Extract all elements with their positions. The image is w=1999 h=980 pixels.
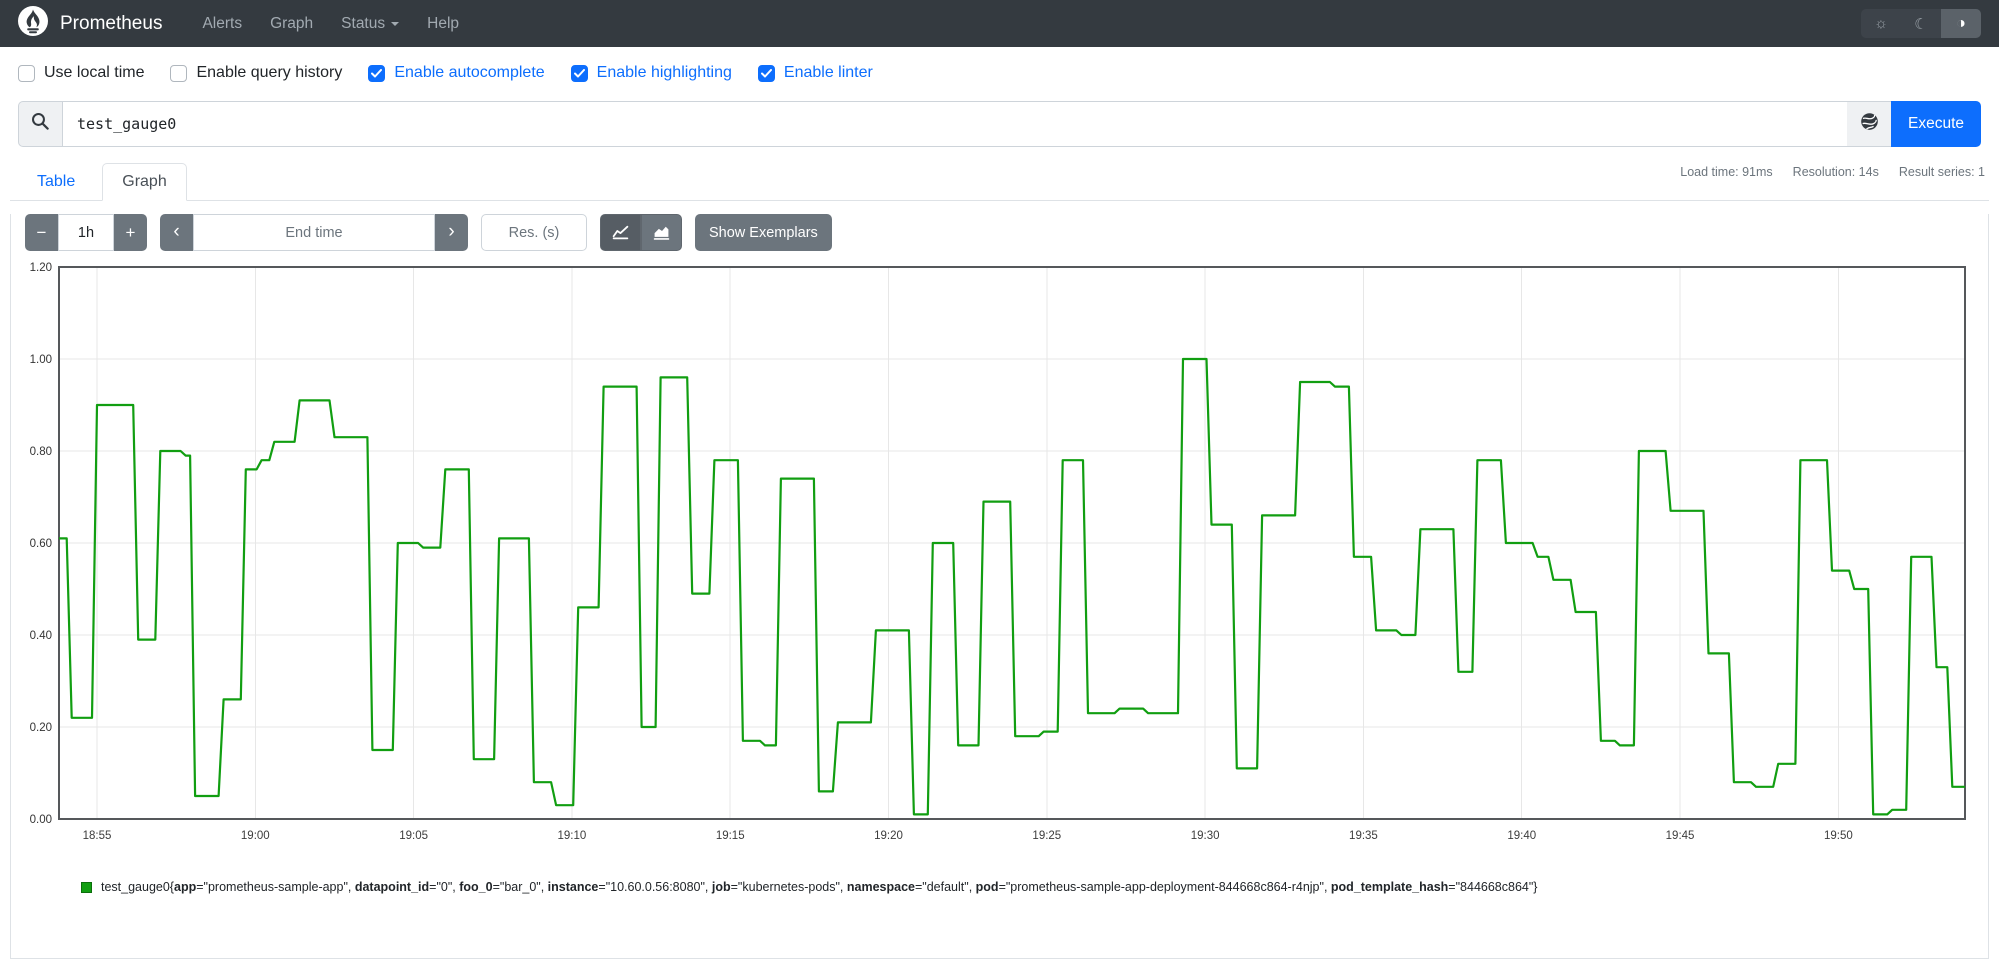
tabs-row: Table Graph Load time: 91ms Resolution: 1… — [10, 163, 1989, 201]
legend[interactable]: test_gauge0{app="prometheus-sample-app",… — [81, 880, 1980, 894]
stat-resolution: Resolution: 14s — [1792, 165, 1879, 179]
range-decrease-button[interactable]: − — [25, 214, 58, 251]
series-label: test_gauge0{app="prometheus-sample-app",… — [101, 880, 1538, 894]
brand-name: Prometheus — [60, 12, 163, 34]
theme-light-button[interactable]: ☼ — [1861, 9, 1901, 38]
dark-theme-icon: ☾ — [1914, 15, 1928, 33]
time-back-button[interactable]: ‹ — [160, 214, 193, 251]
chart-area: 0.00 0.20 0.40 0.60 0.80 1.00 1.20 18:55 19:00 19… — [19, 259, 1980, 856]
endtime-control: ‹ › — [160, 214, 468, 251]
series-swatch-icon — [81, 881, 92, 893]
checked-checkbox-icon — [757, 64, 775, 82]
stacked-chart-toggle-button[interactable] — [641, 214, 682, 251]
unchecked-checkbox-icon — [170, 64, 188, 82]
execute-button[interactable]: Execute — [1891, 101, 1981, 147]
checkbox-enable-query-history[interactable]: Enable query history — [170, 64, 342, 82]
tab-graph[interactable]: Graph — [102, 163, 187, 201]
nav-item-graph[interactable]: Graph — [256, 7, 327, 41]
nav-links: Alerts Graph Status Help — [188, 7, 473, 41]
range-input[interactable] — [58, 214, 114, 251]
nav-item-status[interactable]: Status — [327, 7, 413, 41]
checkbox-enable-autocomplete[interactable]: Enable autocomplete — [368, 64, 545, 82]
nav-item-help[interactable]: Help — [413, 7, 473, 41]
graph-canvas[interactable]: 0.00 0.20 0.40 0.60 0.80 1.00 1.20 18:55 19:00 19… — [19, 259, 1977, 851]
search-addon — [18, 101, 62, 147]
line-chart-toggle-button[interactable] — [600, 214, 641, 251]
x-axis-tick-label: 19:30 — [1191, 830, 1220, 842]
prometheus-logo-icon — [18, 6, 48, 41]
checkbox-label: Enable query history — [196, 64, 343, 81]
checkbox-label: Enable autocomplete — [394, 64, 545, 81]
stat-result-series: Result series: 1 — [1898, 165, 1985, 179]
y-axis-tick-label: 0.20 — [30, 722, 52, 734]
checkbox-use-local-time[interactable]: Use local time — [18, 64, 144, 82]
x-axis-tick-label: 19:25 — [1032, 830, 1061, 842]
checkbox-label: Enable linter — [783, 64, 873, 81]
query-stats: Load time: 91ms Resolution: 14s Result s… — [1680, 165, 1985, 179]
nav-item-alerts[interactable]: Alerts — [188, 7, 256, 41]
query-input[interactable] — [62, 101, 1847, 147]
x-axis-tick-label: 19:15 — [716, 830, 745, 842]
x-axis-tick-label: 19:45 — [1666, 830, 1695, 842]
caret-down-icon — [391, 21, 400, 26]
checkbox-label: Enable highlighting — [596, 64, 732, 81]
checkbox-enable-highlighting[interactable]: Enable highlighting — [570, 64, 732, 82]
unchecked-checkbox-icon — [18, 64, 35, 82]
x-axis-tick-label: 19:40 — [1507, 830, 1536, 842]
end-time-input[interactable] — [193, 214, 435, 251]
x-axis-tick-label: 18:55 — [83, 830, 112, 842]
time-forward-button[interactable]: › — [435, 214, 468, 251]
y-axis-tick-label: 1.00 — [30, 354, 52, 366]
x-axis-tick-label: 19:35 — [1349, 830, 1378, 842]
x-axis-tick-label: 19:00 — [241, 830, 270, 842]
x-axis-tick-label: 19:05 — [399, 830, 428, 842]
auto-theme-icon: ◑ — [1956, 14, 1966, 32]
query-bar: Execute — [18, 101, 1981, 147]
stat-load-time: Load time: 91ms — [1680, 165, 1773, 179]
range-control: − + — [25, 214, 147, 251]
resolution-input[interactable] — [481, 214, 587, 251]
checked-checkbox-icon — [570, 64, 588, 82]
graph-panel: − + ‹ › — [10, 214, 1989, 959]
stacked-chart-icon — [653, 223, 670, 243]
tab-table[interactable]: Table — [18, 164, 94, 200]
x-axis-tick-label: 19:20 — [874, 830, 903, 842]
x-axis-tick-label: 19:10 — [558, 830, 587, 842]
chart-type-toggle — [600, 214, 682, 251]
navbar: Prometheus Alerts Graph Status Help ☼ ☾ ◑ — [0, 0, 1999, 47]
checked-checkbox-icon — [368, 64, 386, 82]
theme-dark-button[interactable]: ☾ — [1901, 9, 1941, 38]
prometheus-app: Prometheus Alerts Graph Status Help ☼ ☾ ◑ Use… — [0, 0, 1999, 980]
checkbox-enable-linter[interactable]: Enable linter — [757, 64, 873, 82]
y-axis-tick-label: 0.00 — [30, 814, 52, 826]
globe-icon — [1860, 112, 1879, 136]
line-chart-icon — [612, 223, 629, 243]
range-increase-button[interactable]: + — [114, 214, 147, 251]
options-row: Use local time Enable query history Enable… — [0, 47, 1999, 97]
checkbox-label: Use local time — [44, 64, 145, 81]
search-icon — [31, 112, 50, 136]
series-line — [59, 357, 1965, 816]
graph-toolbar: − + ‹ › — [25, 214, 1980, 251]
light-theme-icon: ☼ — [1874, 15, 1888, 32]
y-axis-tick-label: 1.20 — [30, 262, 52, 274]
theme-toggle: ☼ ☾ ◑ — [1861, 9, 1981, 38]
y-axis-tick-label: 0.60 — [30, 538, 52, 550]
y-axis-tick-label: 0.40 — [30, 630, 52, 642]
x-axis-tick-label: 19:50 — [1824, 830, 1853, 842]
y-axis-tick-label: 0.80 — [30, 446, 52, 458]
brand[interactable]: Prometheus — [18, 6, 162, 41]
show-exemplars-button[interactable]: Show Exemplars — [695, 214, 832, 251]
theme-auto-button[interactable]: ◑ — [1941, 9, 1981, 38]
metrics-explorer-button[interactable] — [1847, 101, 1891, 147]
